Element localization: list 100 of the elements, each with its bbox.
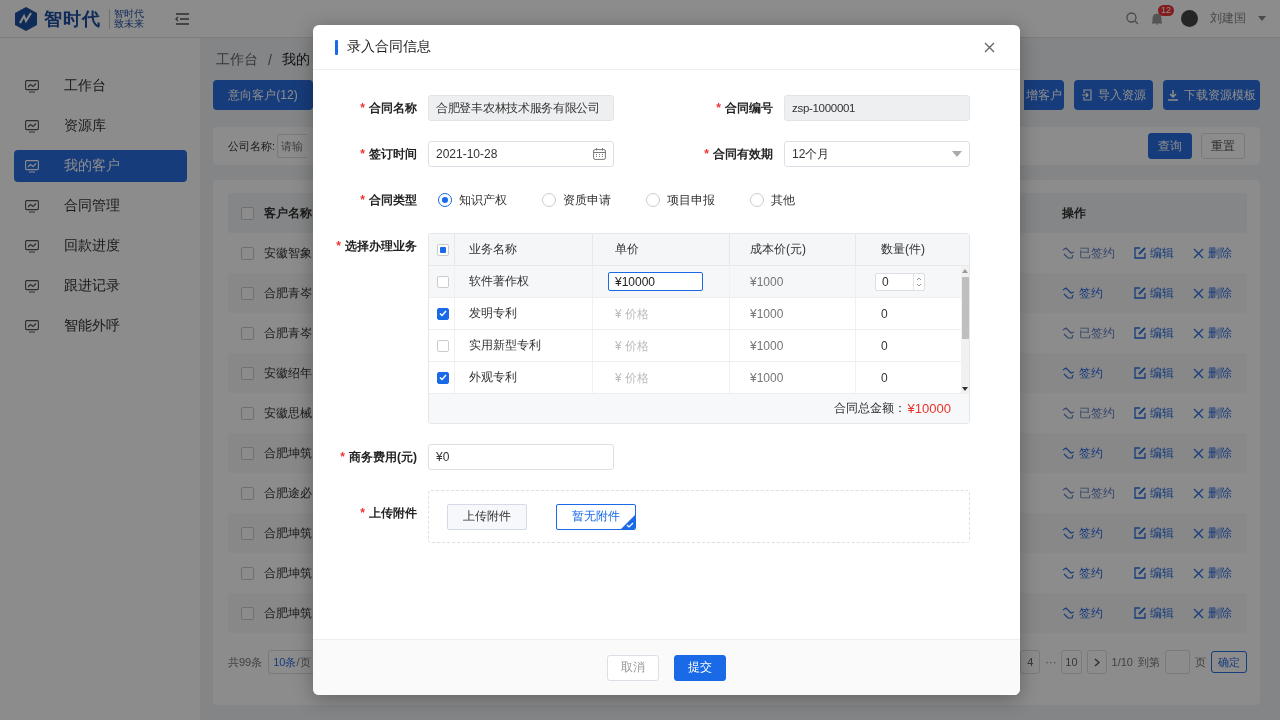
table-cell: 0 (881, 338, 888, 353)
edit-link[interactable]: 编辑 (1134, 484, 1193, 502)
sign-link[interactable]: 已签约 (1062, 244, 1134, 262)
dialog-title: 录入合同信息 (347, 38, 431, 56)
sign-link[interactable]: 签约 (1062, 524, 1134, 542)
sign-link[interactable]: 签约 (1062, 564, 1134, 582)
caret-down-icon (952, 151, 962, 157)
delete-link[interactable]: 删除 (1193, 444, 1232, 462)
scrollbar[interactable] (961, 266, 969, 394)
query-button[interactable]: 查询 (1148, 133, 1192, 159)
total-count: 共99条 (228, 654, 263, 670)
edit-link[interactable]: 编辑 (1134, 564, 1193, 582)
sign-link[interactable]: 签约 (1062, 364, 1134, 382)
avatar[interactable] (1181, 10, 1198, 27)
price-field[interactable]: ¥ 价格 (608, 336, 703, 355)
sidebar-item[interactable]: 工作台 (14, 70, 187, 102)
radio-label[interactable]: 项目申报 (667, 191, 715, 209)
price-field[interactable]: ¥10000 (608, 272, 703, 291)
sidebar-item[interactable]: 回款进度 (14, 230, 187, 262)
delete-icon (1193, 567, 1204, 579)
quantity-stepper[interactable]: 0 (875, 272, 925, 291)
user-name[interactable]: 刘建国 (1210, 10, 1246, 27)
next-page-button[interactable] (1086, 650, 1107, 674)
add-customer-button[interactable]: 增客户 (1024, 80, 1064, 110)
field-label: 上传附件 (369, 505, 417, 522)
radio-label[interactable]: 知识产权 (459, 191, 507, 209)
page-button[interactable]: 4 (1020, 650, 1041, 674)
reset-button[interactable]: 重置 (1201, 133, 1245, 159)
import-button[interactable]: 导入资源 (1074, 80, 1153, 110)
sign-link[interactable]: 已签约 (1062, 324, 1134, 342)
required-mark: * (360, 192, 365, 209)
close-icon[interactable] (984, 41, 995, 53)
sidebar-item[interactable]: 资源库 (14, 110, 187, 142)
cancel-button[interactable]: 取消 (607, 654, 659, 681)
delete-icon (1193, 287, 1204, 299)
delete-link[interactable]: 删除 (1193, 404, 1232, 422)
delete-link[interactable]: 删除 (1193, 604, 1232, 622)
select-field[interactable]: 12个月 (784, 141, 970, 167)
required-mark: * (336, 238, 341, 255)
sign-link[interactable]: 签约 (1062, 444, 1134, 462)
notification-badge: 12 (1158, 5, 1174, 16)
sign-link[interactable]: 签约 (1062, 604, 1134, 622)
field-label: 合同有效期 (713, 146, 773, 163)
sidebar-item[interactable]: 我的客户 (14, 150, 187, 182)
delete-link[interactable]: 删除 (1193, 524, 1232, 542)
logo-icon (14, 5, 38, 32)
company-name-field[interactable]: 请输 (277, 134, 308, 158)
sidebar-item[interactable]: 智能外呼 (14, 310, 187, 342)
price-field[interactable]: ¥ 价格 (608, 304, 703, 323)
checkbox[interactable] (437, 307, 449, 320)
edit-link[interactable]: 编辑 (1134, 244, 1193, 262)
radio-label[interactable]: 资质申请 (563, 191, 611, 209)
column-header: 业务名称 (469, 241, 517, 258)
edit-link[interactable]: 编辑 (1134, 444, 1193, 462)
delete-link[interactable]: 删除 (1193, 364, 1232, 382)
page-button[interactable]: 10 (1061, 650, 1082, 674)
edit-icon (1134, 527, 1146, 539)
search-icon[interactable] (1126, 12, 1139, 25)
required-mark: * (360, 505, 365, 522)
edit-link[interactable]: 编辑 (1134, 604, 1193, 622)
check-corner-icon (621, 514, 635, 529)
required-mark: * (716, 100, 721, 117)
delete-link[interactable]: 删除 (1193, 484, 1232, 502)
table-cell: 安徽思械 (264, 404, 312, 422)
sign-link[interactable]: 签约 (1062, 284, 1134, 302)
table-cell: 发明专利 (469, 305, 517, 322)
tab[interactable]: 意向客户(12) (213, 80, 313, 110)
sign-link[interactable]: 已签约 (1062, 484, 1134, 502)
fee-field[interactable]: ¥0 (428, 444, 614, 470)
sidebar-item[interactable]: 合同管理 (14, 190, 187, 222)
radio-label[interactable]: 其他 (771, 191, 795, 209)
sign-link[interactable]: 已签约 (1062, 404, 1134, 422)
option-button[interactable]: 暂无附件 (556, 503, 636, 530)
delete-link[interactable]: 删除 (1193, 564, 1232, 582)
submit-button[interactable]: 提交 (674, 654, 726, 681)
option-button[interactable]: 上传附件 (447, 503, 527, 530)
menu-icon[interactable] (175, 12, 190, 25)
edit-link[interactable]: 编辑 (1134, 524, 1193, 542)
pen-icon (1062, 287, 1075, 299)
monitor-icon (25, 279, 39, 293)
delete-link[interactable]: 删除 (1193, 284, 1232, 302)
checkbox[interactable] (437, 371, 449, 384)
table-cell: 0 (881, 370, 888, 385)
date-field[interactable]: 2021-10-28 (428, 141, 614, 167)
edit-link[interactable]: 编辑 (1134, 404, 1193, 422)
delete-link[interactable]: 删除 (1193, 244, 1232, 262)
caret-down-icon[interactable] (1258, 16, 1266, 21)
sidebar-item[interactable]: 跟进记录 (14, 270, 187, 302)
price-field[interactable]: ¥ 价格 (608, 368, 703, 387)
delete-link[interactable]: 删除 (1193, 324, 1232, 342)
edit-link[interactable]: 编辑 (1134, 364, 1193, 382)
download-button[interactable]: 下载资源模板 (1163, 80, 1260, 110)
edit-icon (1134, 407, 1146, 419)
bell-icon[interactable] (1151, 12, 1163, 25)
edit-link[interactable]: 编辑 (1134, 284, 1193, 302)
scroll-down-icon (962, 387, 968, 391)
edit-link[interactable]: 编辑 (1134, 324, 1193, 342)
breadcrumb-item[interactable]: 工作台 (216, 51, 258, 69)
confirm-button[interactable]: 确定 (1211, 651, 1247, 673)
delete-icon (1193, 247, 1204, 259)
